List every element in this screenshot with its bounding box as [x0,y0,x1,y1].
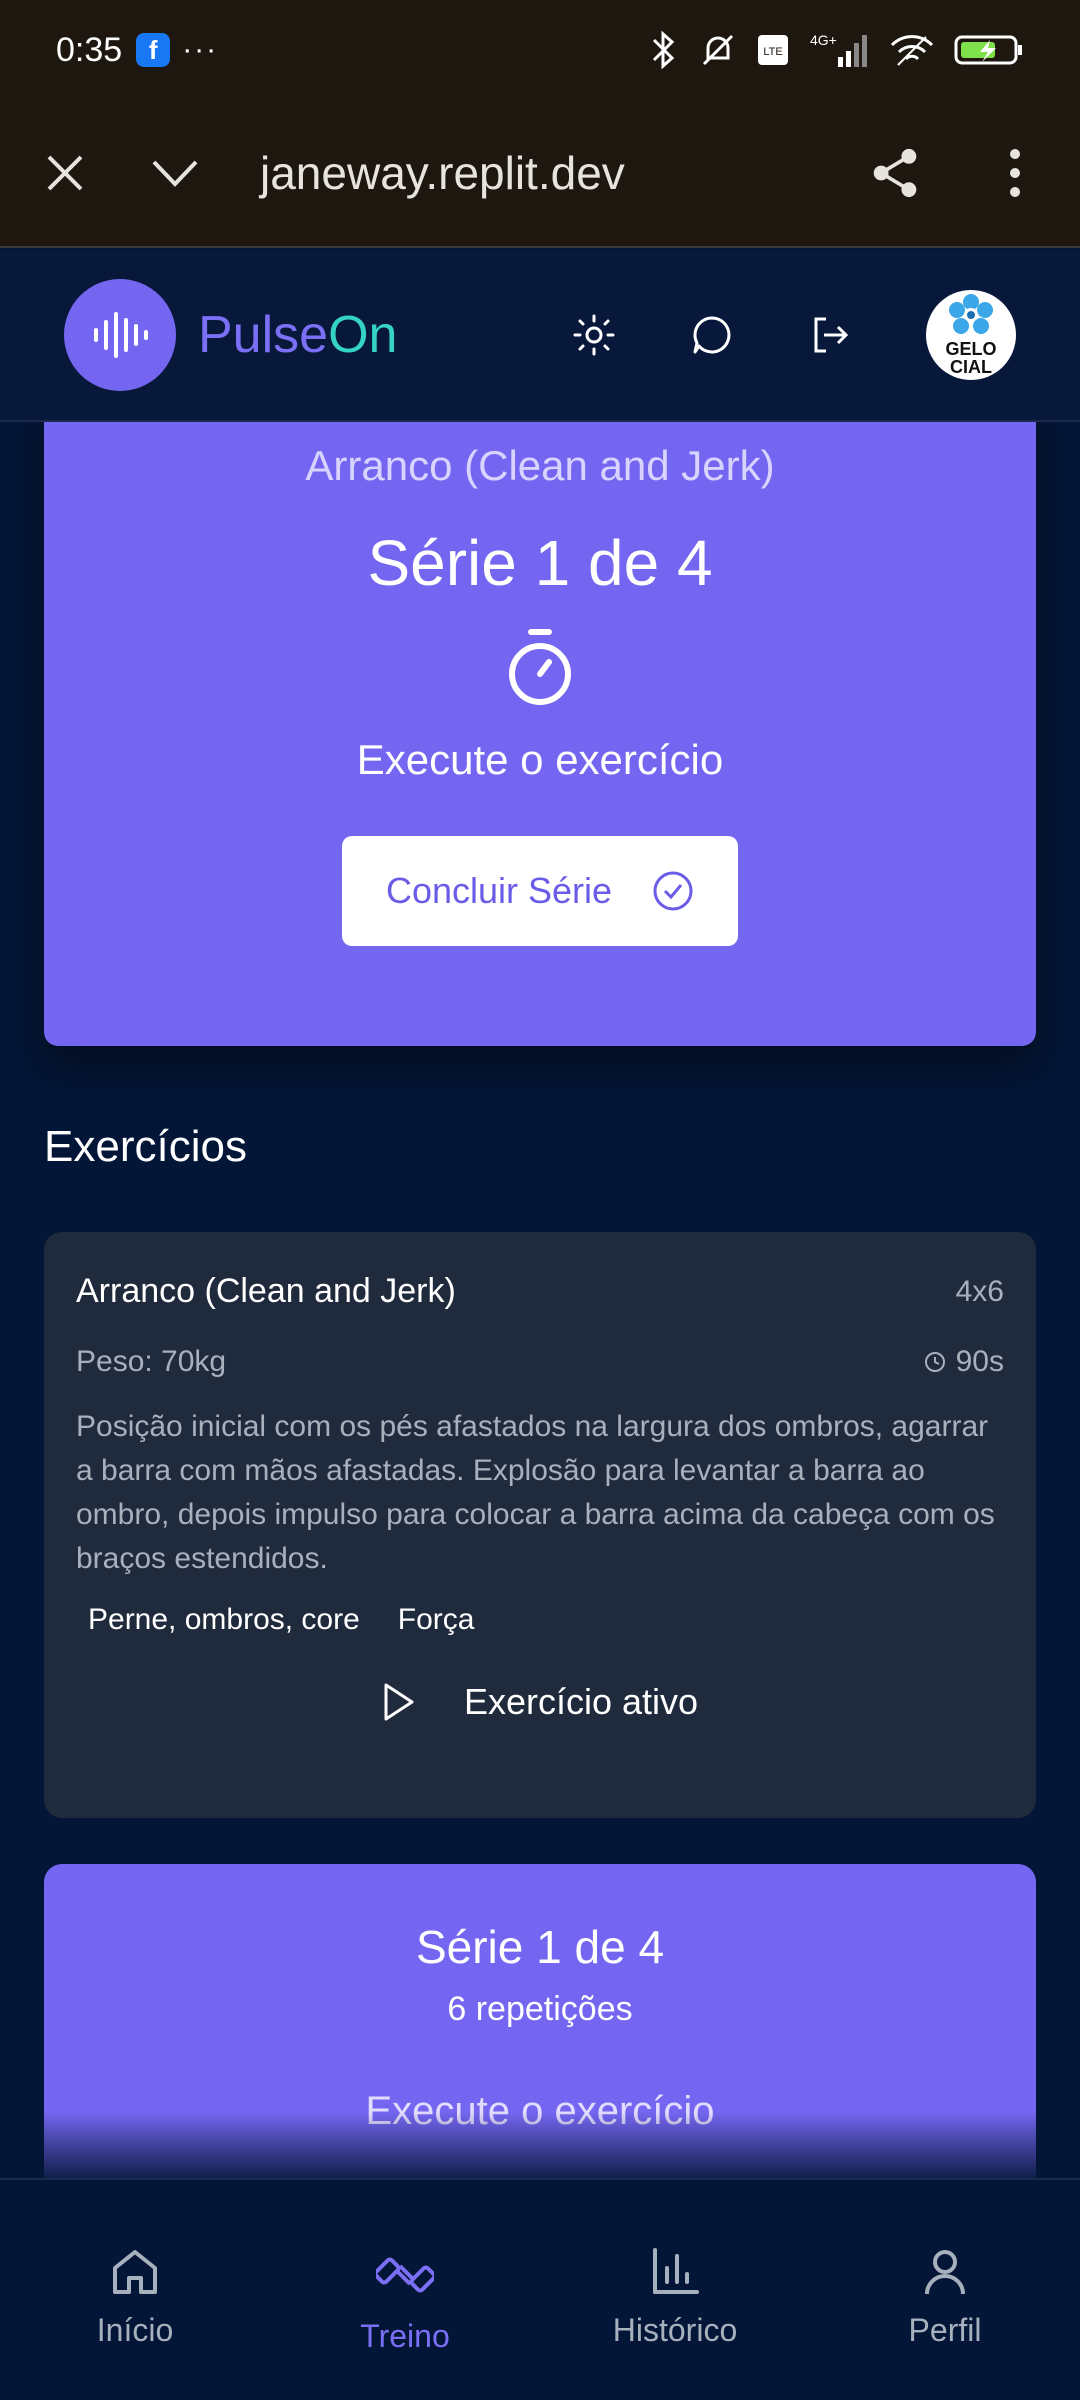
avatar-text-line-1: GELO [945,339,997,359]
avatar[interactable]: GELO CIAL [926,290,1016,380]
finish-series-label: Concluir Série [385,870,613,911]
nav-item-historico[interactable]: Histórico [565,2246,785,2349]
bar-chart-icon [653,2248,699,2294]
nav-label-treino: Treino [360,2318,450,2354]
finish-series-button[interactable]: Concluir Série [342,836,738,946]
stopwatch-icon [509,629,571,705]
exercise-name: Arranco (Clean and Jerk) [76,1272,456,1310]
audio-wave-icon [94,312,148,358]
status-icons: LTE 4G+ [646,30,1024,70]
nav-label-inicio: Início [96,2312,174,2348]
exercise-rest-value: 90s [955,1345,1004,1378]
battery-charging-icon [954,35,1022,65]
nav-item-inicio[interactable]: Início [25,2246,245,2349]
facebook-notification-icon: f [136,33,171,67]
silent-bell-icon [702,34,734,66]
volte-icon: LTE [758,35,788,65]
exercise-weight: Peso: 70kg [76,1345,227,1378]
signal-icon: 4G+ [810,32,867,67]
nav-label-historico: Histórico [612,2312,738,2348]
exercise-rest: 90s [924,1345,1004,1379]
bluetooth-icon [652,30,675,70]
close-tab-button[interactable] [40,148,90,198]
chat-icon[interactable] [690,313,734,357]
main-content[interactable]: Arranco (Clean and Jerk) Série 1 de 4 Ex… [0,422,1080,2178]
exercises-section-title: Exercícios [44,1122,247,1171]
nav-item-perfil[interactable]: Perfil [835,2246,1055,2349]
current-exercise-name: Arranco (Clean and Jerk) [305,442,775,489]
share-icon [873,148,917,198]
clock-icon [924,1352,945,1372]
expand-button[interactable] [150,148,200,198]
browser-toolbar: janeway.replit.dev [0,100,1080,248]
home-icon [113,2250,157,2294]
exercise-card[interactable]: Arranco (Clean and Jerk) 4x6 Peso: 70kg … [44,1232,1036,1818]
exercise-tags: Perne, ombros, core Força [76,1599,1004,1641]
series-2-title: Série 1 de 4 [415,1921,665,1973]
close-icon [47,155,83,191]
brand-name-part-1: Pulse [198,306,329,364]
sun-icon[interactable] [572,313,616,357]
nav-item-treino[interactable]: Treino [295,2246,515,2355]
svg-text:4G+: 4G+ [810,32,837,48]
exercise-description: Posição inicial com os pés afastados na … [76,1410,995,1575]
tag-muscles: Perne, ombros, core [88,1603,360,1636]
flower-logo-icon [949,294,993,334]
logo[interactable] [64,279,176,391]
user-icon [925,2250,965,2295]
wifi-icon [890,35,934,66]
series-title: Série 1 de 4 [367,527,713,599]
exercise-active-label: Exercício ativo [463,1681,699,1722]
scroll-fade [0,2112,1080,2178]
series-instruction: Execute o exercício [356,736,724,783]
more-notifications-icon: ··· [182,33,219,66]
share-button[interactable] [870,148,920,198]
check-circle-icon [653,871,693,911]
exercise-active-indicator[interactable]: Exercício ativo [76,1681,1004,1723]
current-series-card: Arranco (Clean and Jerk) Série 1 de 4 Ex… [44,422,1036,1046]
brand-name: PulseOn [198,305,397,365]
brand-name-part-2: On [328,306,398,364]
tag-category: Força [397,1603,475,1636]
series-2-reps: 6 repetições [447,1990,633,2028]
svg-text:LTE: LTE [763,46,782,58]
chevron-down-icon [152,160,198,187]
dumbbell-icon [376,2257,434,2293]
more-vertical-icon [1010,149,1020,197]
status-bar: 0:35 f ··· LTE 4G+ [0,0,1080,100]
app-header: PulseOn GELO CIAL [0,250,1080,422]
url-text[interactable]: janeway.replit.dev [260,146,625,200]
nav-label-perfil: Perfil [908,2312,982,2348]
play-icon [384,1683,414,1721]
exercise-sets: 4x6 [955,1274,1004,1308]
avatar-text-line-2: CIAL [950,357,992,377]
status-time: 0:35 [56,30,123,69]
bottom-navigation: Início Treino Histórico Perfil [0,2178,1080,2400]
logout-icon[interactable] [808,313,852,357]
menu-button[interactable] [990,148,1040,198]
